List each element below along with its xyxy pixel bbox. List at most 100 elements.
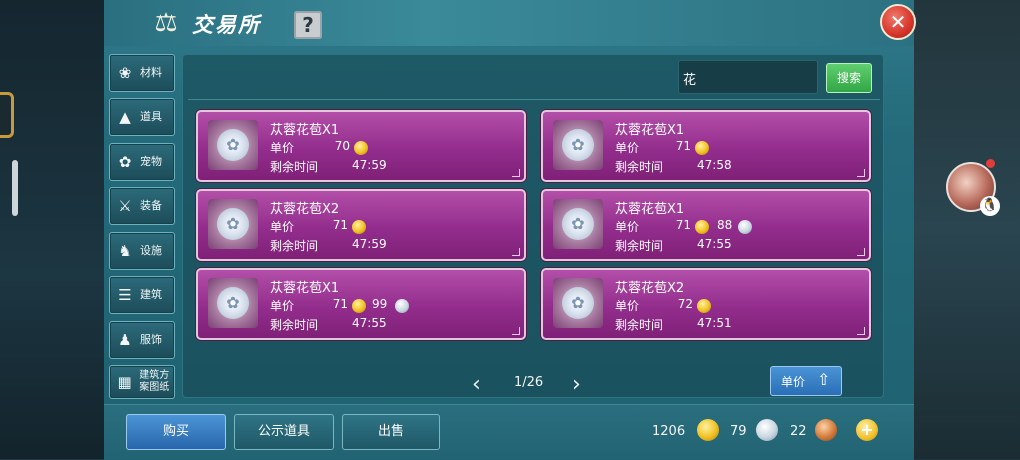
sort-arrow-up-icon: ⇧ — [817, 370, 831, 389]
sidebar-item-materials[interactable]: ❀ 材料 — [109, 54, 175, 92]
price-label: 单价 — [615, 220, 640, 234]
side-drag-handle[interactable] — [12, 160, 18, 216]
time-label: 剩余时间 — [615, 318, 664, 332]
gold-price: 71 — [332, 218, 348, 232]
time-label: 剩余时间 — [615, 160, 664, 174]
qq-icon[interactable]: 🐧 — [980, 196, 1000, 216]
gold-coin-icon — [352, 299, 366, 313]
clothing-icon: ♟ — [118, 331, 132, 349]
corner-mark — [857, 248, 865, 256]
gold-coin-icon — [695, 141, 709, 155]
divider — [188, 99, 880, 100]
sidebar-item-facility[interactable]: ♞ 设施 — [109, 232, 175, 270]
corner-mark — [512, 169, 520, 177]
item-name: 苁蓉花苞X1 — [615, 202, 685, 217]
price-label: 单价 — [270, 220, 295, 234]
sidebar-item-label: 建筑 — [140, 288, 162, 301]
price-label: 单价 — [270, 141, 295, 155]
facility-icon: ♞ — [118, 242, 132, 260]
gold-price: 70 — [334, 139, 350, 153]
materials-icon: ❀ — [118, 64, 132, 82]
close-button[interactable]: ✕ — [880, 4, 916, 40]
remaining-time: 47:55 — [352, 316, 387, 330]
props-icon: ▲ — [119, 108, 131, 126]
item-name: 苁蓉花苞X1 — [270, 281, 340, 296]
sidebar-item-label: 材料 — [140, 66, 162, 79]
building-icon: ☰ — [118, 286, 132, 304]
prev-page-button[interactable]: ‹ — [472, 372, 481, 397]
price-label: 单价 — [615, 299, 640, 313]
flower-bud-icon: ✿ — [217, 129, 249, 161]
equipment-icon: ⚔ — [118, 197, 132, 215]
copper-coin-icon — [815, 419, 837, 441]
sidebar-item-label: 道具 — [140, 110, 162, 123]
sidebar-item-blueprint[interactable]: ▦ 建筑方案图纸 — [109, 365, 175, 399]
item-thumbnail: ✿ — [208, 199, 258, 249]
flower-bud-icon: ✿ — [562, 129, 594, 161]
item-thumbnail: ✿ — [553, 120, 603, 170]
paw-icon: ✿ — [118, 153, 132, 171]
next-page-button[interactable]: › — [572, 372, 581, 397]
sidebar-item-props[interactable]: ▲ 道具 — [109, 98, 175, 136]
item-name: 苁蓉花苞X2 — [270, 202, 340, 217]
item-thumbnail: ✿ — [208, 278, 258, 328]
sort-label: 单价 — [781, 375, 806, 389]
remaining-time: 47:55 — [697, 237, 732, 251]
listing-card[interactable]: ✿ 苁蓉花苞X1 单价 70 剩余时间 47:59 — [196, 110, 526, 182]
silver-coin-icon — [395, 299, 409, 313]
search-input[interactable] — [678, 60, 818, 94]
help-button[interactable]: ? — [294, 11, 322, 39]
side-hud-icon[interactable] — [0, 92, 14, 138]
gold-coin-icon — [697, 299, 711, 313]
sidebar-item-label: 宠物 — [140, 155, 162, 168]
time-label: 剩余时间 — [270, 318, 319, 332]
remaining-time: 47:51 — [697, 316, 732, 330]
item-thumbnail: ✿ — [553, 199, 603, 249]
time-label: 剩余时间 — [615, 239, 664, 253]
sidebar-item-label: 服饰 — [140, 333, 162, 346]
sidebar-item-clothing[interactable]: ♟ 服饰 — [109, 321, 175, 359]
sidebar-item-building[interactable]: ☰ 建筑 — [109, 276, 175, 314]
flower-bud-icon: ✿ — [217, 208, 249, 240]
remaining-time: 47:59 — [352, 237, 387, 251]
price-label: 单价 — [270, 299, 295, 313]
corner-mark — [512, 248, 520, 256]
time-label: 剩余时间 — [270, 160, 319, 174]
tab-public-items[interactable]: 公示道具 — [234, 414, 334, 450]
item-thumbnail: ✿ — [208, 120, 258, 170]
search-input-value: 花 — [683, 73, 697, 88]
search-button[interactable]: 搜索 — [826, 63, 872, 93]
notification-dot — [986, 159, 995, 168]
tab-buy[interactable]: 购买 — [126, 414, 226, 450]
remaining-time: 47:59 — [352, 158, 387, 172]
copper-balance: 22 — [790, 424, 807, 439]
silver-balance: 79 — [730, 424, 747, 439]
time-label: 剩余时间 — [270, 239, 319, 253]
gold-coin-icon — [354, 141, 368, 155]
item-name: 苁蓉花苞X1 — [270, 123, 340, 138]
sidebar-item-equipment[interactable]: ⚔ 装备 — [109, 187, 175, 225]
item-name: 苁蓉花苞X1 — [615, 123, 685, 138]
game-background-left — [0, 0, 104, 459]
listing-card[interactable]: ✿ 苁蓉花苞X2 单价 71 剩余时间 47:59 — [196, 189, 526, 261]
tab-sell[interactable]: 出售 — [342, 414, 440, 450]
listing-card[interactable]: ✿ 苁蓉花苞X1 单价 71 88 剩余时间 47:55 — [541, 189, 871, 261]
listing-card[interactable]: ✿ 苁蓉花苞X1 单价 71 99 剩余时间 47:55 — [196, 268, 526, 340]
remaining-time: 47:58 — [697, 158, 732, 172]
silver-coin-icon — [756, 419, 778, 441]
gold-balance: 1206 — [652, 424, 686, 439]
silver-coin-icon — [738, 220, 752, 234]
gold-coin-icon — [352, 220, 366, 234]
listing-card[interactable]: ✿ 苁蓉花苞X1 单价 71 剩余时间 47:58 — [541, 110, 871, 182]
window-title: 交易所 — [192, 13, 261, 37]
gold-price: 72 — [677, 297, 693, 311]
corner-mark — [857, 327, 865, 335]
sort-by-price-button[interactable]: 单价 ⇧ — [770, 366, 842, 396]
add-currency-button[interactable]: + — [856, 419, 878, 441]
flower-bud-icon: ✿ — [562, 208, 594, 240]
category-sidebar: ❀ 材料 ▲ 道具 ✿ 宠物 ⚔ 装备 ♞ 设施 ☰ 建筑 ♟ 服饰 ▦ 建筑方… — [109, 54, 175, 399]
gold-coin-icon — [695, 220, 709, 234]
sidebar-item-pets[interactable]: ✿ 宠物 — [109, 143, 175, 181]
game-background-right — [914, 0, 1020, 459]
listing-card[interactable]: ✿ 苁蓉花苞X2 单价 72 剩余时间 47:51 — [541, 268, 871, 340]
